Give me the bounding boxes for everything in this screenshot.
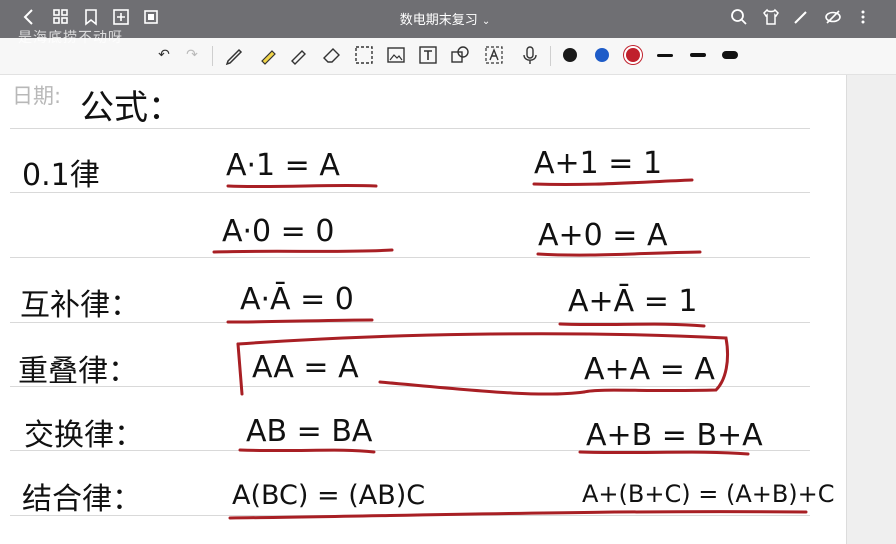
red-ink-annotations — [212, 178, 808, 520]
